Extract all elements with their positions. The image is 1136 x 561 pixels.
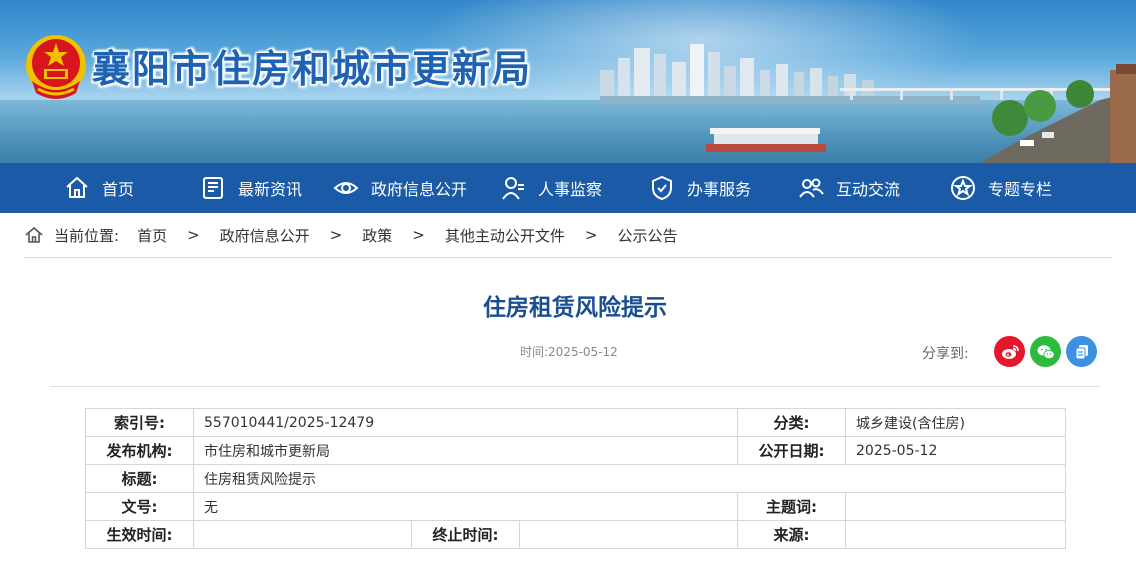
- breadcrumb-item-gov-info[interactable]: 政府信息公开: [220, 225, 310, 246]
- pubdate-label: 公开日期:: [737, 436, 846, 465]
- nav-item-label: 专题专栏: [988, 180, 1053, 199]
- breadcrumb-separator: >: [584, 226, 598, 244]
- keywords-label: 主题词:: [737, 492, 846, 521]
- breadcrumb-divider: [24, 257, 1112, 258]
- wechat-icon: [1037, 344, 1055, 359]
- breadcrumb: 当前位置: 首页 > 政府信息公开 > 政策 > 其他主动公开文件 > 公示公告: [24, 222, 677, 248]
- river-water: [0, 100, 1136, 163]
- nav-item-label: 办事服务: [687, 180, 752, 199]
- docno-value: 无: [193, 492, 738, 521]
- breadcrumb-separator: >: [187, 226, 200, 244]
- person-icon: [502, 177, 524, 200]
- source-label: 来源:: [737, 520, 846, 549]
- nav-item-label: 首页: [102, 180, 135, 199]
- article-title: 住房租赁风险提示: [483, 295, 667, 321]
- title-value: 住房租赁风险提示: [193, 464, 1066, 493]
- publisher-label: 发布机构:: [85, 436, 194, 465]
- weibo-icon: [1001, 344, 1019, 359]
- breadcrumb-item-home[interactable]: 首页: [137, 225, 167, 246]
- nav-item-personnel[interactable]: 人事监察: [500, 163, 602, 213]
- category-label: 分类:: [737, 408, 846, 437]
- effective-label: 生效时间:: [85, 520, 194, 549]
- header-banner: 襄阳市住房和城市更新局: [0, 0, 1136, 163]
- share-label: 分享到:: [922, 346, 969, 362]
- share-weibo-button[interactable]: [994, 336, 1025, 367]
- publisher-value: 市住房和城市更新局: [193, 436, 738, 465]
- riverbank-image: [980, 64, 1136, 163]
- nav-item-gov-info[interactable]: 政府信息公开: [333, 163, 467, 213]
- nav-item-services[interactable]: 办事服务: [649, 163, 751, 213]
- people-icon: [799, 178, 824, 198]
- title-label: 标题:: [85, 464, 194, 493]
- shield-icon: [652, 175, 672, 201]
- home-icon: [25, 226, 43, 243]
- table-row: 标题: 住房租赁风险提示: [85, 464, 1066, 493]
- table-row: 索引号: 557010441/2025-12479 分类: 城乡建设(含住房): [85, 408, 1066, 437]
- nav-item-topics[interactable]: 专题专栏: [950, 163, 1052, 213]
- keywords-value: [845, 492, 1066, 521]
- index-label: 索引号:: [85, 408, 194, 437]
- nav-item-label: 政府信息公开: [371, 180, 468, 199]
- breadcrumb-separator: >: [329, 226, 343, 244]
- news-icon: [203, 177, 223, 199]
- eye-icon: [333, 182, 359, 194]
- star-icon: [951, 176, 975, 200]
- expiry-label: 终止时间:: [411, 520, 520, 549]
- nav-item-label: 最新资讯: [238, 180, 303, 199]
- breadcrumb-item-other-files[interactable]: 其他主动公开文件: [445, 225, 565, 246]
- nav-item-interaction[interactable]: 互动交流: [798, 163, 900, 213]
- document-info-table: 索引号: 557010441/2025-12479 分类: 城乡建设(含住房) …: [85, 408, 1066, 549]
- nav-item-home[interactable]: 首页: [64, 163, 134, 213]
- copy-icon: [1075, 344, 1088, 359]
- home-icon: [66, 176, 88, 198]
- table-row: 文号: 无 主题词:: [85, 492, 1066, 521]
- article-header-divider: [50, 386, 1100, 387]
- table-row: 生效时间: 终止时间: 来源:: [85, 520, 1066, 549]
- pubdate-value: 2025-05-12: [845, 436, 1066, 465]
- breadcrumb-separator: >: [412, 226, 425, 244]
- site-title: 襄阳市住房和城市更新局: [92, 47, 533, 91]
- breadcrumb-item-policy[interactable]: 政策: [362, 225, 392, 246]
- national-emblem-logo: [26, 35, 86, 99]
- share-wechat-button[interactable]: [1030, 336, 1061, 367]
- docno-label: 文号:: [85, 492, 194, 521]
- article-time: 时间:2025-05-12: [520, 345, 618, 359]
- category-value: 城乡建设(含住房): [845, 408, 1066, 437]
- boat-image: [706, 128, 826, 152]
- index-value: 557010441/2025-12479: [193, 408, 738, 437]
- nav-item-label: 人事监察: [538, 180, 603, 199]
- breadcrumb-prefix: 当前位置:: [54, 226, 120, 245]
- breadcrumb-item-notices[interactable]: 公示公告: [617, 225, 677, 246]
- effective-value: [193, 520, 412, 549]
- source-value: [845, 520, 1066, 549]
- main-nav: 首页 最新资讯 政府信息公开 人事监察 办事服务 互动交流 专题专栏: [0, 163, 1136, 213]
- nav-item-news[interactable]: 最新资讯: [200, 163, 302, 213]
- expiry-value: [519, 520, 738, 549]
- share-copy-button[interactable]: [1066, 336, 1097, 367]
- table-row: 发布机构: 市住房和城市更新局 公开日期: 2025-05-12: [85, 436, 1066, 465]
- nav-item-label: 互动交流: [836, 180, 901, 199]
